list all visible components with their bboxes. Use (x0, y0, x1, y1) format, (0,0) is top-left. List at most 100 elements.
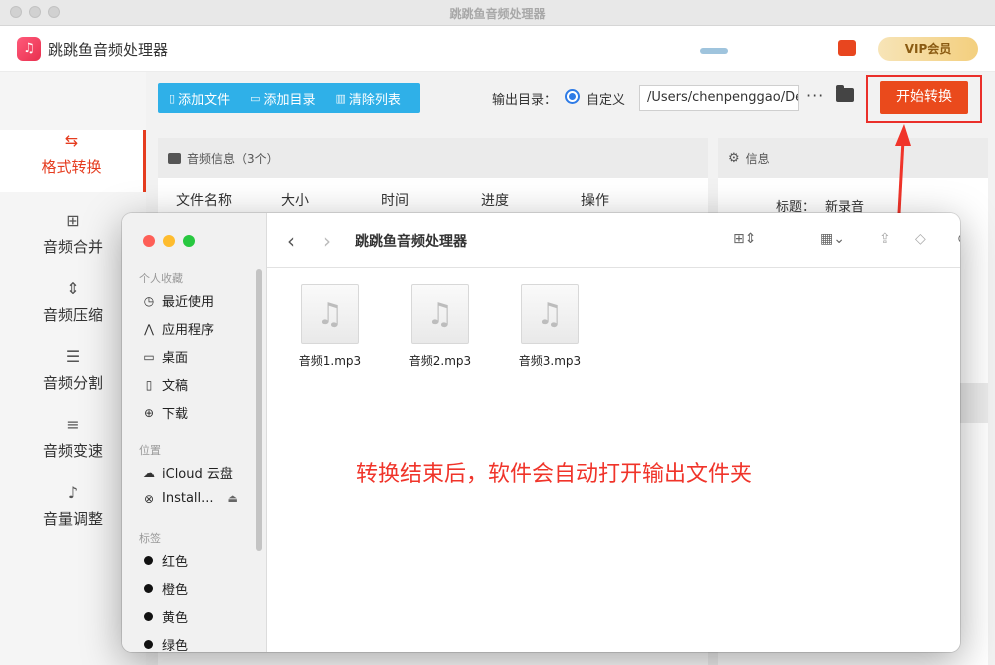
finder-minimize-button[interactable] (163, 235, 175, 247)
audio-panel-title: 音频信息（3个） (187, 151, 279, 166)
tag-icon[interactable]: ◇ (915, 231, 926, 247)
column-size: 大小 (281, 193, 309, 209)
app-header: ♫ 跳跳鱼音频处理器 VIP会员 (0, 26, 995, 72)
start-convert-button[interactable]: 开始转换 (880, 81, 968, 114)
trash-icon: ▥ (335, 91, 346, 105)
finder-tag-label: 黄色 (162, 611, 189, 626)
toolbar: ▯ 添加文件 ▭ 添加目录 ▥ 清除列表 输出目录： 自定义 /Users/ch… (146, 72, 995, 128)
finder-tag-yellow[interactable]: 黄色 (142, 607, 188, 626)
favorites-heading: 个人收藏 (139, 272, 183, 285)
add-file-button[interactable]: ▯ 添加文件 (158, 89, 239, 108)
promo-image (700, 48, 728, 54)
tag-dot-icon (144, 612, 153, 621)
vip-promo-button[interactable]: VIP会员 (878, 37, 978, 61)
eject-icon[interactable]: ⏏ (228, 492, 238, 505)
clear-list-label: 清除列表 (348, 92, 401, 108)
download-icon: ⊕ (143, 405, 155, 420)
share-icon[interactable]: ⇪ (879, 231, 891, 247)
audio-file-icon: ♫ (521, 284, 579, 344)
info-panel-header: ⚙ 信息 (718, 138, 988, 178)
finder-tag-orange[interactable]: 橙色 (142, 579, 188, 598)
info-panel-title: 信息 (745, 151, 770, 166)
add-folder-label: 添加目录 (263, 92, 316, 108)
finder-item-documents[interactable]: ▯ 文稿 (142, 375, 189, 395)
folder-icon: ▭ (250, 91, 261, 105)
finder-tag-green[interactable]: 绿色 (142, 635, 188, 652)
file-button-group: ▯ 添加文件 ▭ 添加目录 ▥ 清除列表 (158, 83, 420, 113)
finder-item-label: 文稿 (162, 379, 189, 394)
app-logo-icon: ♫ (17, 37, 41, 61)
finder-item-label: 下载 (162, 407, 189, 422)
back-arrow-icon[interactable]: ‹ (287, 229, 295, 253)
column-time: 时间 (381, 193, 409, 209)
finder-close-button[interactable] (143, 235, 155, 247)
document-icon: ▯ (145, 377, 153, 392)
finder-window: 个人收藏 ◷ 最近使用 ⋀ 应用程序 ▭ 桌面 ▯ 文稿 ⊕ 下载 位置 ☁ iCloud … (122, 213, 960, 652)
applications-icon: ⋀ (144, 321, 154, 336)
finder-sidebar-scrollbar[interactable] (256, 269, 262, 551)
arrow-head (895, 124, 911, 146)
locations-heading: 位置 (139, 444, 161, 457)
finder-item-recents[interactable]: ◷ 最近使用 (142, 291, 215, 311)
finder-item-label: 应用程序 (162, 323, 215, 338)
finder-sidebar: 个人收藏 ◷ 最近使用 ⋀ 应用程序 ▭ 桌面 ▯ 文稿 ⊕ 下载 位置 ☁ iCloud … (122, 213, 267, 652)
cloud-icon: ☁ (143, 465, 155, 480)
image-icon (168, 152, 181, 164)
sidebar-item-format-convert[interactable]: ⇆ 格式转换 (0, 130, 146, 192)
finder-item-label: 桌面 (162, 351, 189, 366)
output-dir-label: 输出目录： (492, 93, 558, 108)
disk-icon: ⊗ (143, 491, 155, 506)
forward-arrow-icon[interactable]: › (323, 229, 331, 253)
annotation-text: 转换结束后，软件会自动打开输出文件夹 (356, 462, 753, 487)
app-name: 跳跳鱼音频处理器 (48, 41, 169, 59)
add-file-label: 添加文件 (178, 92, 231, 108)
audio-panel-header: 音频信息（3个） (158, 138, 708, 178)
window-title: 跳跳鱼音频处理器 (449, 7, 546, 21)
window-titlebar: 跳跳鱼音频处理器 (0, 0, 995, 26)
finder-item-downloads[interactable]: ⊕ 下载 (142, 403, 189, 423)
convert-icon: ⇆ (64, 131, 79, 150)
finder-tag-red[interactable]: 红色 (142, 551, 188, 570)
tag-dot-icon (144, 584, 153, 593)
finder-tag-label: 红色 (162, 555, 189, 570)
file-name: 音频1.mp3 (298, 354, 362, 368)
audio-file-icon: ♫ (301, 284, 359, 344)
open-folder-icon[interactable] (836, 85, 854, 102)
file-item[interactable]: ♫ 音频2.mp3 (400, 284, 480, 369)
clear-list-button[interactable]: ▥ 清除列表 (325, 89, 410, 108)
finder-folder-title: 跳跳鱼音频处理器 (355, 234, 467, 250)
browse-more-button[interactable]: ··· (806, 86, 824, 105)
custom-output-radio[interactable] (565, 89, 580, 104)
desktop-icon: ▭ (143, 349, 155, 364)
file-item[interactable]: ♫ 音频3.mp3 (510, 284, 590, 369)
tags-heading: 标签 (139, 532, 161, 545)
promo-badge-icon[interactable] (838, 40, 856, 56)
finder-item-label: iCloud 云盘 (162, 467, 233, 482)
output-path-field[interactable]: /Users/chenpenggao/Desktop (639, 85, 799, 111)
finder-item-label: 最近使用 (162, 295, 215, 310)
group-view-icon[interactable]: ▦⌄ (820, 231, 845, 247)
finder-item-icloud[interactable]: ☁ iCloud 云盘 (142, 463, 233, 483)
finder-item-applications[interactable]: ⋀ 应用程序 (142, 319, 215, 339)
finder-item-install[interactable]: ⊗ Install... ⏏ (142, 491, 238, 506)
grid-view-icon[interactable]: ⊞⇕ (733, 231, 756, 247)
more-actions-icon[interactable]: ⊙⌄ (957, 231, 960, 247)
clock-icon: ◷ (143, 293, 155, 308)
gear-icon: ⚙ (728, 150, 740, 166)
file-name: 音频3.mp3 (518, 354, 582, 368)
column-actions: 操作 (581, 193, 609, 209)
finder-toolbar: ‹ › 跳跳鱼音频处理器 ⊞⇕ ▦⌄ ⇪ ◇ ⊙⌄ ⌕ (267, 213, 960, 268)
add-folder-button[interactable]: ▭ 添加目录 (239, 89, 324, 108)
finder-item-desktop[interactable]: ▭ 桌面 (142, 347, 189, 367)
file-item[interactable]: ♫ 音频1.mp3 (290, 284, 370, 369)
file-name: 音频2.mp3 (408, 354, 472, 368)
sidebar-item-label: 格式转换 (41, 158, 102, 176)
finder-tag-label: 绿色 (162, 639, 189, 652)
finder-tag-label: 橙色 (162, 583, 189, 598)
tag-dot-icon (144, 556, 153, 565)
file-icon: ▯ (169, 91, 176, 105)
column-filename: 文件名称 (176, 193, 232, 209)
audio-file-icon: ♫ (411, 284, 469, 344)
finder-zoom-button[interactable] (183, 235, 195, 247)
column-progress: 进度 (481, 193, 509, 209)
